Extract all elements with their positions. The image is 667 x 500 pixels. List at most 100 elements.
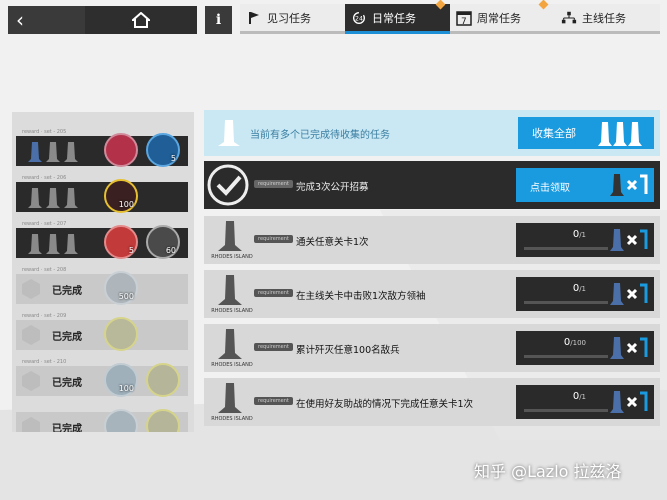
- reward-caption: reward · set - 206: [22, 175, 67, 181]
- requirement-badge: requirement: [254, 289, 293, 297]
- reward-bar: 已完成 500: [16, 271, 188, 305]
- reward-caption: reward · set - 208: [22, 267, 67, 273]
- reward-tower-x-icon: [610, 391, 648, 413]
- reward-item[interactable]: 5: [146, 133, 180, 167]
- reward-tower-x-icon: [610, 229, 648, 251]
- progress-bar: [524, 301, 608, 304]
- svg-text:7: 7: [461, 17, 467, 26]
- requirement-badge: requirement: [254, 180, 293, 188]
- tower-emblem-icon: [218, 329, 242, 359]
- tower-emblem-icon: [218, 120, 240, 146]
- tower-icon: [28, 234, 42, 254]
- reward-item[interactable]: 100: [104, 363, 138, 397]
- reward-tower-x-icon: [610, 283, 648, 305]
- calendar-7-icon: 7: [456, 10, 472, 26]
- reward-bar: 已完成 100: [16, 363, 188, 397]
- progress-count: 0/1: [572, 283, 586, 294]
- tab-weekly[interactable]: 7 周常任务: [450, 0, 555, 34]
- emblem-text: RHODES ISLAND: [211, 416, 253, 422]
- reward-item[interactable]: [146, 363, 180, 397]
- towers-icon: [598, 122, 642, 146]
- task-title: 累计歼灭任意100名敌兵: [296, 345, 400, 356]
- rhodes-island-emblem: RHODES ISLAND: [210, 327, 253, 369]
- rhodes-island-emblem: RHODES ISLAND: [210, 273, 253, 315]
- refresh-24-icon: 24: [351, 10, 367, 26]
- requirement-badge: requirement: [254, 343, 293, 351]
- task-progress: 0/1: [516, 223, 654, 257]
- progress-bar: [524, 409, 608, 412]
- task-row: RHODES ISLAND requirement 通关任意关卡1次 0/1: [204, 216, 660, 264]
- reward-item[interactable]: [104, 409, 138, 432]
- check-badge-icon: [22, 417, 40, 432]
- reward-row: reward · set - 210 已完成 100: [16, 358, 188, 397]
- tab-daily[interactable]: 24 日常任务: [345, 0, 450, 34]
- reward-tower-x-icon: [610, 337, 648, 359]
- reward-bar: 已完成: [16, 317, 188, 351]
- completed-label: 已完成: [52, 424, 82, 432]
- svg-text:24: 24: [355, 15, 363, 22]
- reward-row: reward · set - 209 已完成: [16, 312, 188, 351]
- home-icon: [132, 12, 150, 28]
- check-badge-icon: [22, 325, 40, 345]
- tab-trainee[interactable]: 见习任务: [240, 4, 345, 34]
- tree-icon: [561, 10, 577, 26]
- progress-count: 0/1: [572, 391, 586, 402]
- collect-all-button[interactable]: 收集全部: [518, 117, 654, 149]
- reward-row: reward · set - 206 100: [16, 174, 188, 213]
- reward-item[interactable]: [146, 409, 180, 432]
- tower-icon: [28, 188, 42, 208]
- completed-label: 已完成: [52, 378, 82, 389]
- task-progress: 0/100: [516, 331, 654, 365]
- back-button[interactable]: ‹: [8, 6, 85, 34]
- reward-bar: 已完成: [16, 409, 188, 432]
- tab-main[interactable]: 主线任务: [555, 4, 660, 34]
- reward-item[interactable]: [104, 133, 138, 167]
- reward-item[interactable]: 100: [104, 179, 138, 213]
- task-progress: 0/1: [516, 277, 654, 311]
- progress-count: 0/100: [563, 337, 586, 348]
- collect-all-bar: 当前有多个已完成待收集的任务 收集全部: [204, 110, 660, 156]
- chevron-left-icon: ‹: [16, 8, 24, 32]
- tower-icon: [64, 234, 78, 254]
- rhodes-island-emblem: RHODES ISLAND: [210, 219, 253, 261]
- tower-icon: [46, 234, 60, 254]
- reward-row: reward · set - 208 已完成 500: [16, 266, 188, 305]
- check-badge-icon: [22, 279, 40, 299]
- new-dot-icon: [435, 0, 446, 10]
- task-progress: 0/1: [516, 385, 654, 419]
- reward-progress-panel[interactable]: reward · set - 205 5 reward · set - 206 …: [12, 112, 194, 432]
- emblem-text: RHODES ISLAND: [211, 362, 253, 368]
- tower-icon: [46, 142, 60, 162]
- tower-emblem-icon: [218, 275, 242, 305]
- watermark: 知乎 @Lazlo 拉兹洛: [474, 462, 622, 481]
- task-tabs: 见习任务 24 日常任务 7 周常任务 主线任务: [240, 0, 660, 34]
- tower-icon: [64, 142, 78, 162]
- tower-icon: [28, 142, 42, 162]
- emblem-text: RHODES ISLAND: [211, 254, 253, 260]
- new-dot-icon: [538, 0, 549, 10]
- tab-label: 见习任务: [267, 11, 311, 25]
- tower-emblem-icon: [218, 221, 242, 251]
- task-title: 在使用好友助战的情况下完成任意关卡1次: [296, 399, 474, 410]
- tab-label: 周常任务: [477, 11, 521, 25]
- reward-caption: reward · set - 209: [22, 313, 67, 319]
- emblem-text: RHODES ISLAND: [211, 308, 253, 314]
- reward-item[interactable]: 500: [104, 271, 138, 305]
- task-row: RHODES ISLAND requirement 累计歼灭任意100名敌兵 0…: [204, 324, 660, 372]
- tower-icon: [64, 188, 78, 208]
- reward-item[interactable]: 60: [146, 225, 180, 259]
- flag-icon: [246, 10, 262, 26]
- reward-item[interactable]: [104, 317, 138, 351]
- task-title: 完成3次公开招募: [296, 182, 369, 193]
- tab-label: 日常任务: [372, 11, 416, 25]
- info-button[interactable]: i: [205, 6, 232, 34]
- tower-icon: [46, 188, 60, 208]
- progress-bar: [524, 355, 608, 358]
- home-button[interactable]: [85, 6, 197, 34]
- claim-button[interactable]: 点击领取: [516, 168, 654, 202]
- task-row: RHODES ISLAND requirement 在使用好友助战的情况下完成任…: [204, 378, 660, 426]
- reward-item[interactable]: 5: [104, 225, 138, 259]
- completed-label: 已完成: [52, 286, 82, 297]
- claim-label: 点击领取: [530, 183, 570, 194]
- task-row: requirement 完成3次公开招募 点击领取: [204, 161, 660, 209]
